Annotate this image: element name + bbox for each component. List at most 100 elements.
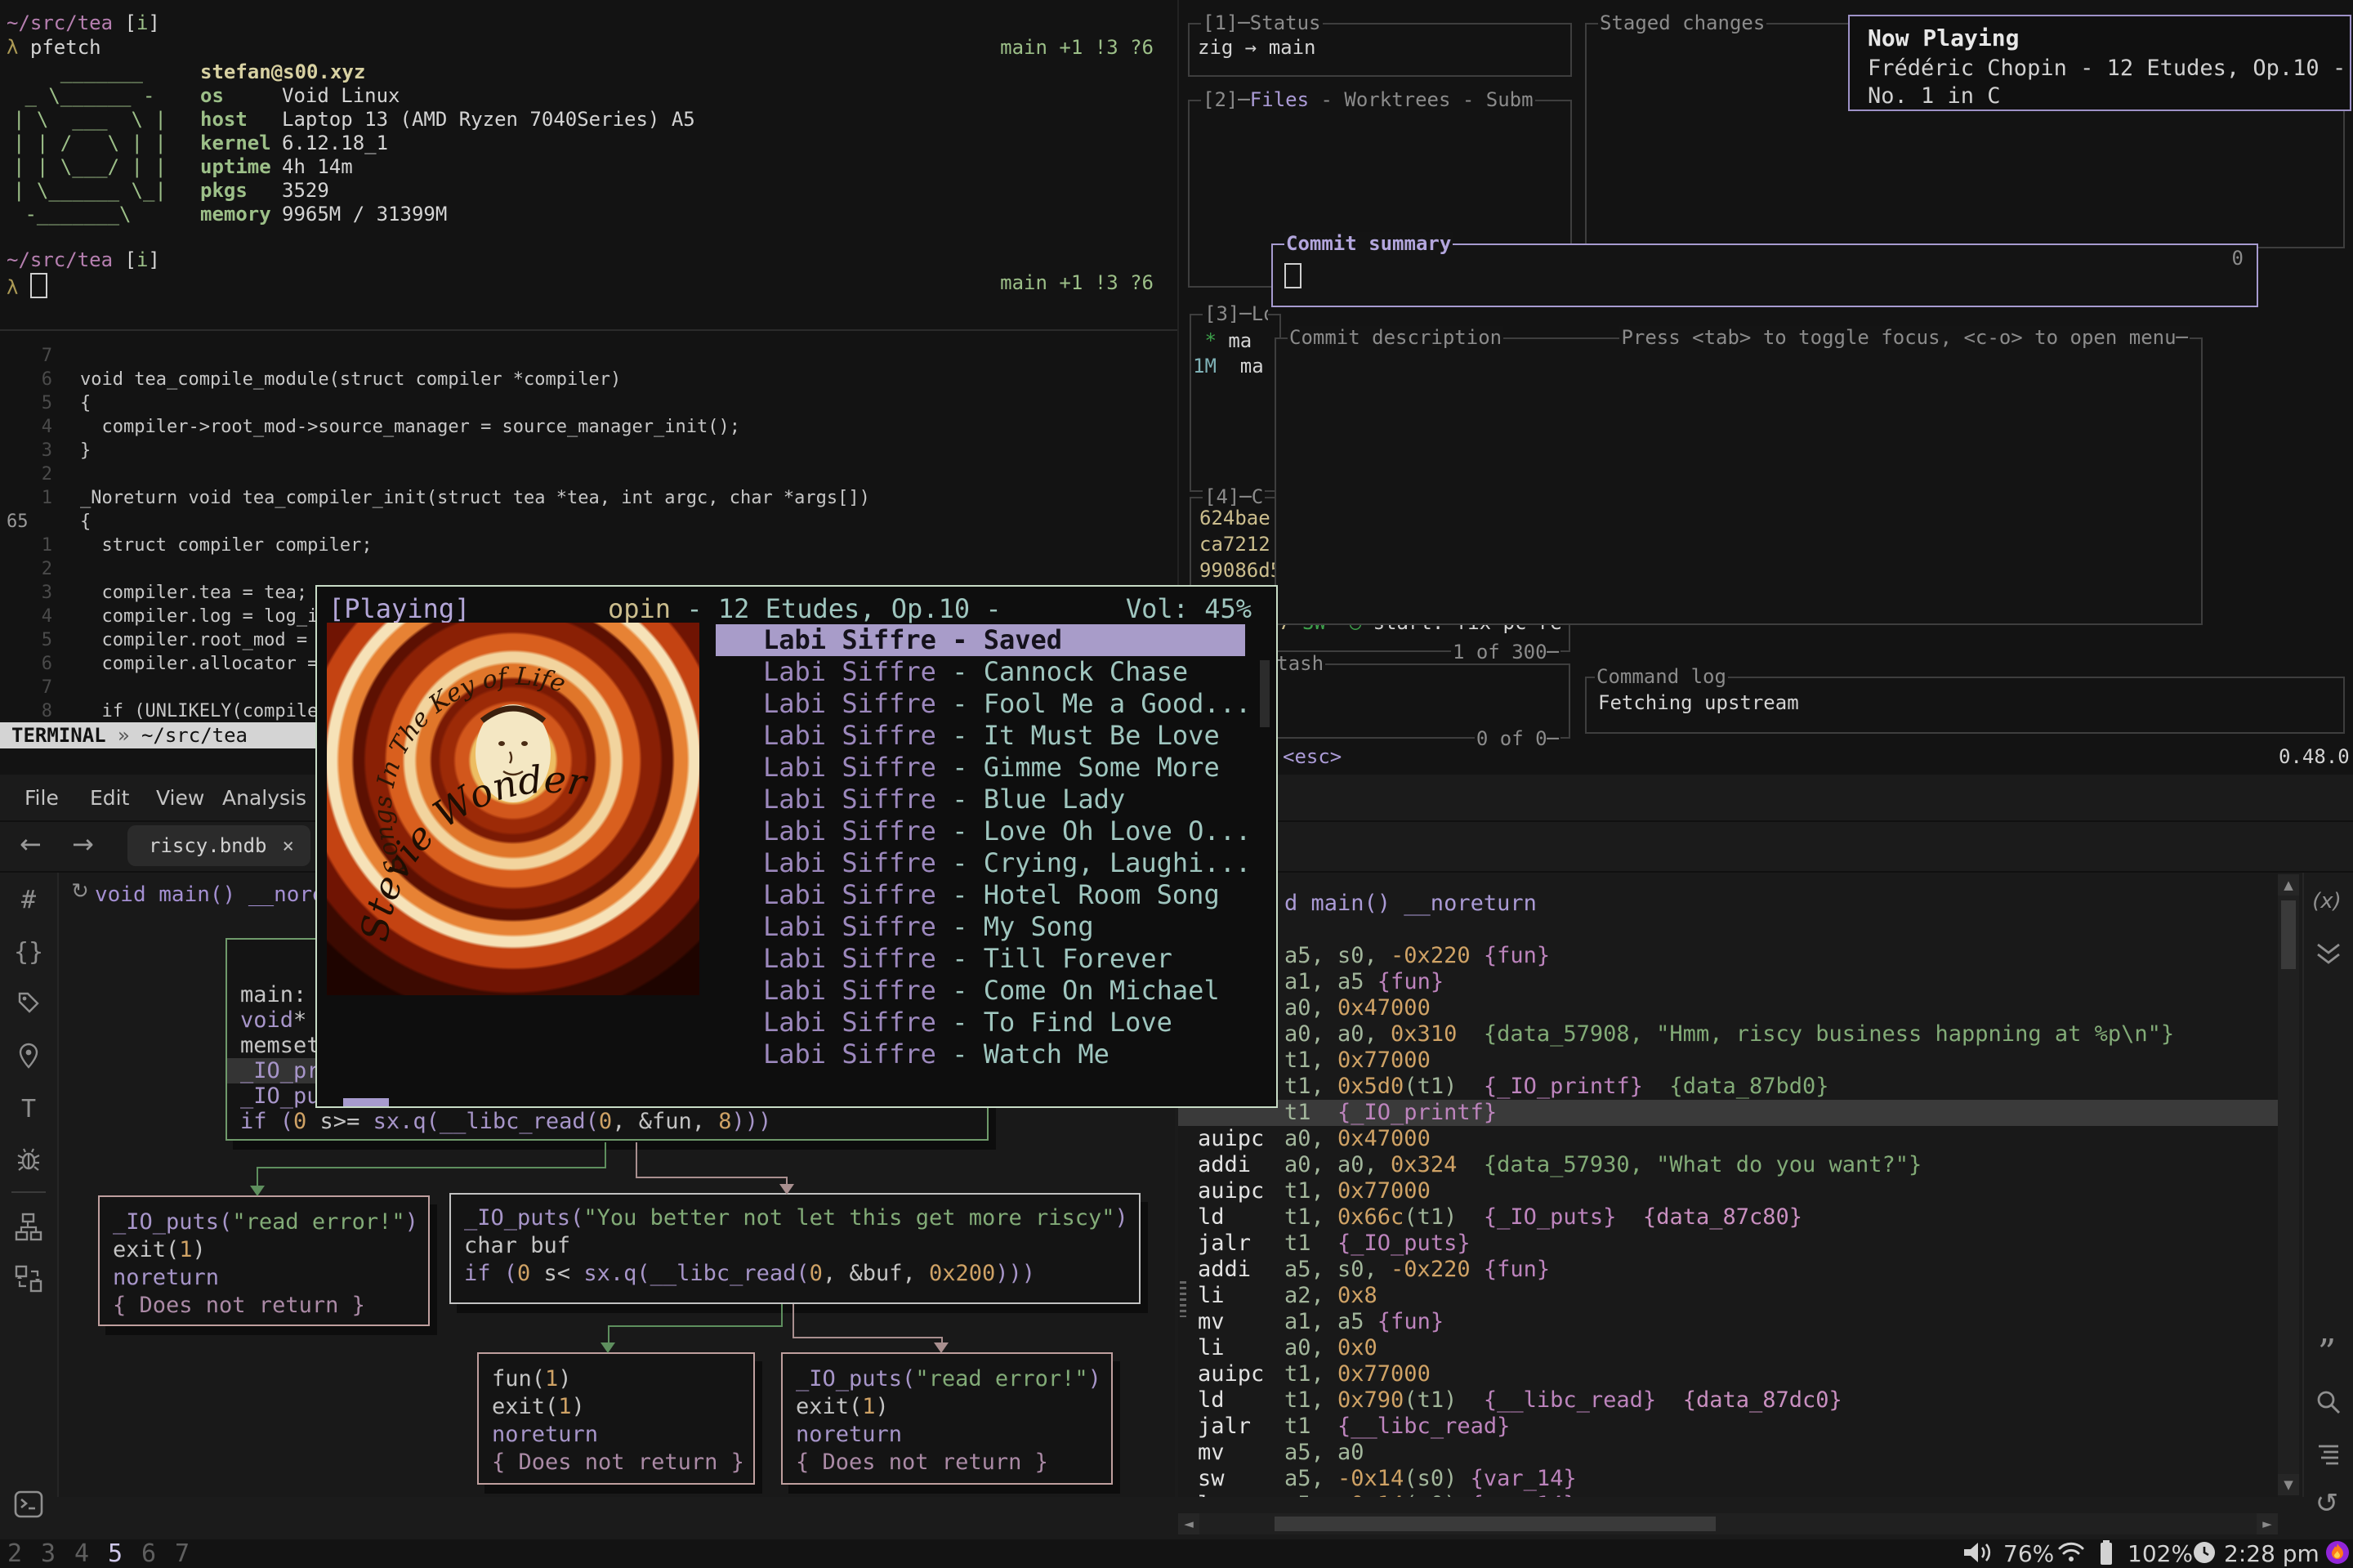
edge [605, 1142, 606, 1168]
command-line-2[interactable]: λ [7, 273, 47, 299]
graph-node-read-error-right[interactable]: _IO_puts("read error!")exit(1)noreturn{ … [781, 1352, 1113, 1485]
pane-divider[interactable] [0, 329, 1177, 331]
search-icon[interactable] [2304, 1389, 2353, 1415]
line: lia0, 0x0 [1198, 1335, 2278, 1361]
edge [636, 1142, 637, 1178]
nav-back-button[interactable]: ← [20, 829, 42, 860]
sidebar-divider [11, 1191, 46, 1193]
commit-description-panel[interactable]: Commit description Press <tab> to toggle… [1275, 337, 2203, 625]
line: noreturn [479, 1421, 753, 1449]
commit-summary-input[interactable]: Commit summary 0 [1271, 243, 2258, 307]
line: Labi Siffre - Hotel Room Song [716, 879, 1265, 911]
log-panel-title: [3]─Log [1203, 302, 1268, 325]
workspace-7[interactable]: 7 [171, 1539, 194, 1568]
swap-view-icon[interactable] [4, 1265, 53, 1293]
notification-line1: Frédéric Chopin - 12 Etudes, Op.10 - [1868, 56, 2346, 81]
files-panel-title: [2]─Files - Worktrees - Subm [1201, 88, 1535, 111]
summary-title: Commit summary [1284, 232, 1453, 255]
console-icon[interactable] [4, 1490, 53, 1518]
line: 2 [0, 557, 1177, 581]
disassembly-listing[interactable]: d main() __noreturn a5, s0, -0x220 {fun}… [1178, 891, 2278, 1497]
line: * ma [1193, 328, 1278, 354]
scroll-up-icon[interactable]: ▲ [2278, 874, 2299, 896]
battery-icon[interactable] [2100, 1540, 2113, 1565]
bug-icon[interactable] [4, 1147, 53, 1172]
scroll-right-icon[interactable]: ► [2257, 1513, 2278, 1534]
line: mva1, a5 {fun} [1198, 1309, 2278, 1335]
workspace-5-active[interactable]: 5 [104, 1539, 127, 1568]
edge [257, 1168, 258, 1186]
notification-line2: No. 1 in C [1868, 83, 2001, 109]
graph-node-read-error-left[interactable]: _IO_puts("read error!")exit(1)noreturn{ … [98, 1195, 430, 1326]
menu-edit[interactable]: Edit [90, 786, 129, 810]
line: jalrt1 {_IO_puts} [1198, 1231, 2278, 1257]
line: Labi Siffre - It Must Be Love [716, 720, 1265, 752]
line: { Does not return } [783, 1449, 1111, 1476]
music-player-window[interactable]: [Playing] opin - 12 Etudes, Op.10 - Vol:… [315, 585, 1278, 1108]
quotes-icon[interactable]: ” [2302, 1332, 2351, 1374]
disassembly-pane[interactable]: d main() __noreturn a5, s0, -0x220 {fun}… [1178, 873, 2278, 1497]
tracklist-scrollbar[interactable] [1260, 660, 1270, 727]
speaker-icon[interactable] [1962, 1541, 1995, 1564]
line: swa5, -0x14(s0) {var_14} [1198, 1466, 2278, 1492]
command-log-panel[interactable]: Command log Fetching upstream [1585, 677, 2345, 734]
line: auipca0, 0x47000 [1198, 1126, 2278, 1152]
track-list[interactable]: Labi Siffre - SavedLabi Siffre - Cannock… [716, 624, 1265, 1070]
tab-riscy-bndb[interactable]: riscy.bndb × [127, 825, 310, 866]
stack-layers-icon[interactable] [2304, 938, 2353, 967]
horizontal-scrollbar[interactable]: ◄ ► [1178, 1513, 2278, 1534]
graph-node-fun[interactable]: fun(1)exit(1)noreturn{ Does not return } [477, 1352, 755, 1485]
menu-file[interactable]: File [25, 786, 59, 810]
menu-view[interactable]: View [156, 786, 204, 810]
log-list-icon[interactable] [2304, 1443, 2353, 1467]
flowgraph-icon[interactable] [4, 1213, 53, 1242]
tab-close-icon[interactable]: × [283, 825, 294, 866]
vscroll-thumb[interactable] [2281, 900, 2296, 969]
line: ldt1, 0x66c(t1) {_IO_puts} {data_87c80} [1198, 1204, 2278, 1231]
edge-arrow-true [250, 1186, 265, 1196]
line: if (0 s< sx.q(__libc_read(0, &buf, 0x200… [451, 1260, 1139, 1288]
current-function-label[interactable]: void main() __nore [95, 882, 325, 907]
command-log-title: Command log [1595, 665, 1728, 688]
location-pin-icon[interactable] [4, 1043, 53, 1069]
types-braces-icon[interactable]: {} [4, 938, 53, 967]
workspace-6[interactable]: 6 [137, 1539, 160, 1568]
line: a0, 0x47000 [1198, 995, 2278, 1021]
line: exit(1) [479, 1393, 753, 1421]
edge [257, 1167, 606, 1168]
nav-forward-button[interactable]: → [72, 829, 94, 860]
branch-status: zig → main [1198, 36, 1316, 59]
scroll-down-icon[interactable]: ▼ [2278, 1474, 2299, 1495]
workspace-3[interactable]: 3 [37, 1539, 60, 1568]
menu-analysis[interactable]: Analysis [222, 786, 306, 810]
line: 7 [0, 344, 1177, 368]
status-panel[interactable]: [1]─Status zig → main [1188, 23, 1572, 77]
vertical-scrollbar[interactable]: ▲ ▼ [2278, 874, 2299, 1495]
line: { Does not return } [479, 1449, 753, 1476]
tab-label: riscy.bndb [149, 825, 267, 866]
variables-icon[interactable]: (x) [2302, 889, 2351, 914]
symbols-hash-icon[interactable]: # [4, 886, 53, 914]
wifi-icon[interactable] [2057, 1541, 2085, 1562]
command-line-1: λ pfetch [7, 36, 101, 59]
line: 65{ [0, 510, 1177, 534]
strings-T-icon[interactable]: T [4, 1095, 53, 1124]
line: _IO_puts("read error!") [100, 1208, 428, 1236]
terminal-tab-bar[interactable]: TERMINAL » ~/src/tea [0, 722, 320, 748]
graph-node-riscy[interactable]: _IO_puts("You better not let this get mo… [449, 1193, 1141, 1304]
now-playing-notification[interactable]: Now Playing Frédéric Chopin - 12 Etudes,… [1848, 15, 2351, 111]
workspace-4[interactable]: 4 [70, 1539, 93, 1568]
flame-app-badge[interactable] [2325, 1540, 2350, 1565]
line: lwa5, -0x14(s0) {var_14} [1198, 1492, 2278, 1497]
workspace-2[interactable]: 2 [3, 1539, 26, 1568]
log-panel[interactable]: [3]─Log * ma1M ma [1190, 314, 1281, 492]
hscroll-thumb[interactable] [1275, 1517, 1716, 1531]
playback-progress-bar[interactable] [343, 1098, 389, 1106]
line: auipct1, 0x77000 [1198, 1361, 2278, 1387]
history-icon[interactable]: ↺ [2302, 1487, 2351, 1520]
status-panel-title: [1]─Status [1201, 11, 1323, 34]
tag-icon[interactable] [4, 990, 53, 1015]
line: a5, s0, -0x220 {fun} [1198, 943, 2278, 969]
line: pkgs3529 [200, 179, 695, 203]
scroll-left-icon[interactable]: ◄ [1178, 1513, 1199, 1534]
